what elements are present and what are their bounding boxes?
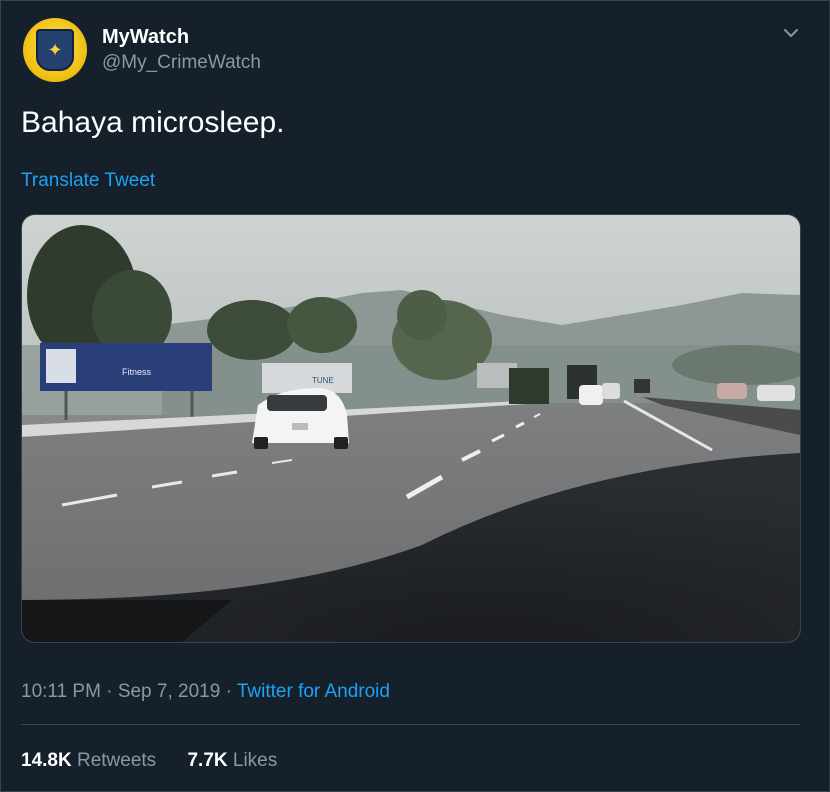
tweet-source-link[interactable]: Twitter for Android	[237, 681, 390, 702]
tweet-video[interactable]: Fitness TUNE	[21, 214, 801, 643]
likes-stat[interactable]: 7.7K Likes	[187, 750, 277, 772]
tweet-meta: 10:11 PM · Sep 7, 2019 · Twitter for And…	[21, 681, 390, 703]
retweets-count: 14.8K	[21, 750, 72, 771]
likes-count: 7.7K	[187, 750, 228, 771]
likes-label: Likes	[232, 750, 278, 771]
video-frame: Fitness TUNE	[22, 215, 800, 642]
tweet-time[interactable]: 10:11 PM	[21, 681, 101, 702]
meta-separator-2: ·	[225, 681, 232, 702]
meta-separator: ·	[106, 681, 113, 702]
billboard-text-2: TUNE	[312, 376, 334, 385]
billboard-text: Fitness	[122, 367, 152, 377]
user-handle[interactable]: @My_CrimeWatch	[102, 52, 261, 74]
avatar[interactable]: ✦	[23, 18, 87, 82]
tweet-date[interactable]: Sep 7, 2019	[118, 681, 220, 702]
chevron-down-icon[interactable]	[781, 23, 801, 43]
retweets-stat[interactable]: 14.8K Retweets	[21, 750, 156, 772]
tweet-card: ✦ MyWatch @My_CrimeWatch Bahaya microsle…	[0, 0, 830, 792]
divider	[21, 724, 800, 725]
tweet-stats: 14.8K Retweets 7.7K Likes	[21, 750, 277, 772]
tweet-text: Bahaya microsleep.	[21, 106, 285, 139]
display-name[interactable]: MyWatch	[102, 26, 189, 49]
translate-tweet-link[interactable]: Translate Tweet	[21, 170, 155, 192]
police-badge-icon: ✦	[36, 29, 74, 71]
retweets-label: Retweets	[76, 750, 157, 771]
